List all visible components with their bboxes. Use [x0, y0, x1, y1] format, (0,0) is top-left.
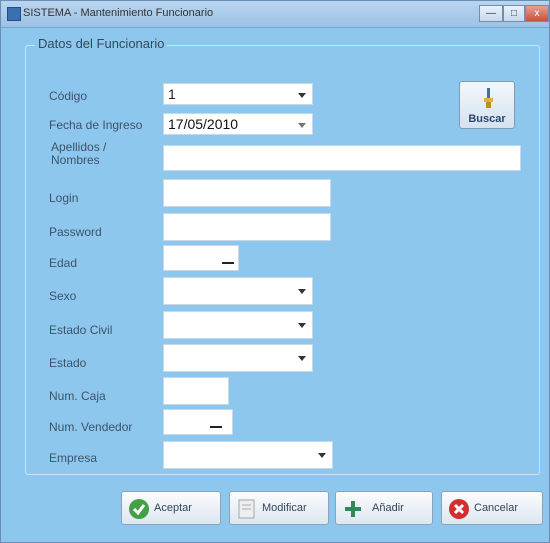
edad-spinbox[interactable]	[163, 245, 239, 271]
chevron-down-icon[interactable]	[298, 356, 306, 361]
login-label: Login	[49, 191, 79, 205]
cancel-icon	[449, 499, 469, 519]
chevron-down-icon[interactable]	[298, 323, 306, 328]
edad-spin-marker	[222, 262, 234, 264]
window-title: SISTEMA - Mantenimiento Funcionario	[23, 7, 214, 19]
nombres-label: Apellidos / Nombres	[51, 140, 107, 167]
chevron-down-icon[interactable]	[298, 93, 306, 98]
chevron-down-icon[interactable]	[298, 289, 306, 294]
groupbox-legend: Datos del Funcionario	[35, 36, 168, 51]
cancelar-label: Cancelar	[474, 502, 519, 514]
nombres-input[interactable]	[163, 145, 521, 171]
modificar-button[interactable]: Modificar	[229, 491, 329, 525]
estado-civil-combobox[interactable]	[163, 311, 313, 339]
password-label: Password	[49, 225, 102, 239]
cancelar-button[interactable]: Cancelar	[441, 491, 543, 525]
minimize-button[interactable]: —	[479, 5, 503, 22]
num-caja-input[interactable]	[163, 377, 229, 405]
aceptar-button[interactable]: Aceptar	[121, 491, 221, 525]
fecha-datepicker[interactable]: 17/05/2010	[163, 113, 313, 135]
anadir-button[interactable]: Añadir	[335, 491, 433, 525]
main-window: SISTEMA - Mantenimiento Funcionario — □ …	[0, 0, 550, 543]
app-icon	[7, 7, 21, 21]
num-vendedor-spin-marker	[210, 426, 222, 428]
aceptar-label: Aceptar	[154, 502, 192, 514]
num-vendedor-spinbox[interactable]	[163, 409, 233, 435]
modificar-label: Modificar	[262, 502, 307, 514]
check-icon	[129, 499, 149, 519]
title-bar[interactable]: SISTEMA - Mantenimiento Funcionario — □ …	[1, 1, 549, 28]
estado-combobox[interactable]	[163, 344, 313, 372]
sexo-combobox[interactable]	[163, 277, 313, 305]
password-input[interactable]	[163, 213, 331, 241]
edad-label: Edad	[49, 256, 78, 270]
codigo-value: 1	[168, 86, 176, 102]
sexo-label: Sexo	[49, 289, 77, 303]
num-caja-label: Num. Caja	[49, 389, 106, 403]
add-icon	[345, 501, 361, 517]
estado-label: Estado	[49, 356, 87, 370]
fecha-value: 17/05/2010	[168, 116, 239, 132]
num-vendedor-label: Num. Vendedor	[49, 420, 133, 434]
maximize-button[interactable]: □	[503, 5, 525, 22]
buscar-button[interactable]: Buscar	[459, 81, 515, 129]
calendar-dropdown-icon[interactable]	[298, 123, 306, 128]
codigo-combobox[interactable]: 1	[163, 83, 313, 105]
document-edit-icon	[238, 499, 255, 519]
search-tool-icon	[484, 88, 493, 108]
chevron-down-icon[interactable]	[318, 453, 326, 458]
empresa-label: Empresa	[49, 451, 98, 465]
codigo-label: Código	[49, 89, 88, 103]
empresa-combobox[interactable]	[163, 441, 333, 469]
anadir-label: Añadir	[372, 502, 404, 514]
fecha-label: Fecha de Ingreso	[49, 118, 143, 132]
login-input[interactable]	[163, 179, 331, 207]
estado-civil-label: Estado Civil	[49, 323, 113, 337]
close-button[interactable]: x	[525, 5, 549, 22]
buscar-label: Buscar	[468, 113, 506, 125]
